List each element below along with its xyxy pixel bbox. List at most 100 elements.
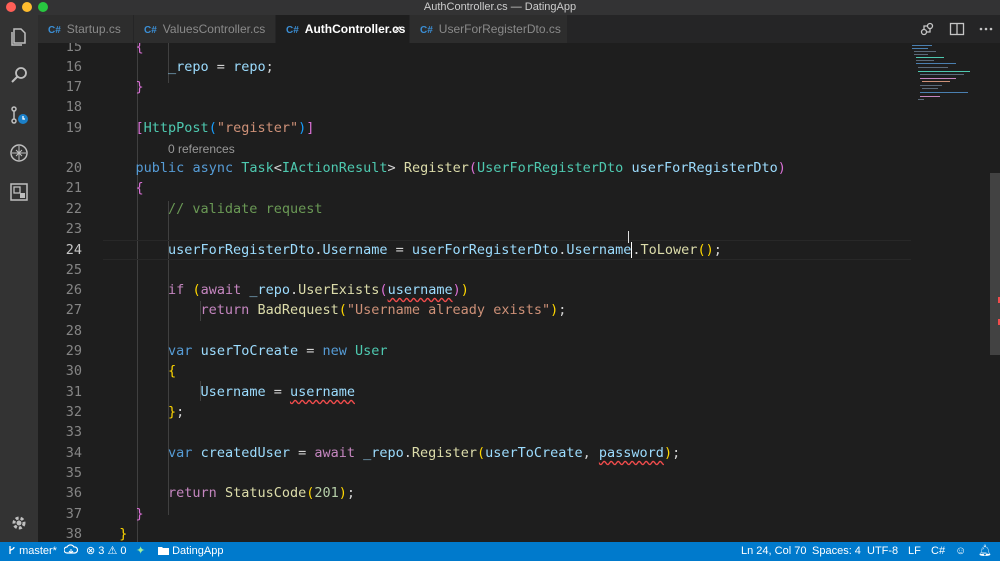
code-line: 22 // validate request xyxy=(38,199,1000,219)
line-number: 31 xyxy=(65,384,82,400)
scrollbar-thumb[interactable] xyxy=(990,173,1000,355)
minimap[interactable] xyxy=(910,43,986,542)
code-text: public async Task<IActionResult> Registe… xyxy=(135,160,786,176)
line-number: 34 xyxy=(65,445,82,461)
code-text: if (await _repo.UserExists(username)) xyxy=(168,282,469,298)
line-number: 16 xyxy=(65,59,82,75)
code-text: Username = username xyxy=(200,384,355,400)
tab-user-for-register-dto[interactable]: C# UserForRegisterDto.cs xyxy=(410,15,568,43)
close-tab-button[interactable]: × xyxy=(394,15,401,43)
csharp-file-icon: C# xyxy=(144,25,157,36)
code-line: 17 } xyxy=(38,77,1000,97)
split-editor-icon[interactable] xyxy=(949,21,965,37)
flame-icon[interactable]: ✦ xyxy=(136,542,145,561)
line-number: 24 xyxy=(65,242,82,258)
csharp-file-icon: C# xyxy=(420,25,433,36)
project-folder[interactable]: DatingApp xyxy=(158,542,223,561)
code-line: 35 xyxy=(38,463,1000,483)
tab-auth-controller[interactable]: C# AuthController.cs × xyxy=(276,15,410,43)
line-number: 25 xyxy=(65,262,82,278)
tab-startup[interactable]: C# Startup.cs xyxy=(38,15,134,43)
line-number: 20 xyxy=(65,160,82,176)
line-number: 26 xyxy=(65,282,82,298)
problems-indicator[interactable]: ⊗ 3 ⚠ 0 xyxy=(86,542,127,561)
title-bar: AuthController.cs — DatingApp xyxy=(0,0,1000,15)
code-text: { xyxy=(168,363,177,379)
debug-icon[interactable] xyxy=(9,143,29,163)
status-bar: master* ⊗ 3 ⚠ 0 ✦ DatingApp Ln 24, Col 7… xyxy=(0,542,1000,561)
branch-indicator[interactable]: master* xyxy=(8,542,57,561)
line-number: 21 xyxy=(65,180,82,196)
line-number: 36 xyxy=(65,485,82,501)
code-line: 31 Username = username xyxy=(38,382,1000,402)
error-icon: ⊗ xyxy=(86,545,96,557)
line-ending[interactable]: LF xyxy=(908,542,921,561)
code-line: 27 return BadRequest("Username already e… xyxy=(38,300,1000,320)
code-text: return StatusCode(201); xyxy=(168,485,356,501)
line-number: 19 xyxy=(65,120,82,136)
code-line: 23 xyxy=(38,219,1000,239)
code-text: return BadRequest("Username already exis… xyxy=(200,302,567,318)
git-branch-icon xyxy=(9,546,15,554)
line-number: 28 xyxy=(65,323,82,339)
source-control-icon[interactable] xyxy=(9,105,29,125)
code-text: } xyxy=(135,79,144,95)
open-changes-icon[interactable] xyxy=(919,21,935,37)
code-line: 37 } xyxy=(38,504,1000,524)
code-line: 15 { xyxy=(38,43,1000,57)
code-line: 34 var createdUser = await _repo.Registe… xyxy=(38,443,1000,463)
code-text: { xyxy=(135,180,144,196)
feedback-icon[interactable]: ☺ xyxy=(955,542,966,561)
language-mode[interactable]: C# xyxy=(931,542,945,561)
mouse-cursor xyxy=(628,231,629,243)
gear-icon[interactable] xyxy=(9,513,29,533)
code-line: 29 var userToCreate = new User xyxy=(38,341,1000,361)
line-number: 29 xyxy=(65,343,82,359)
codelens-references[interactable]: 0 references xyxy=(168,139,235,159)
warning-icon: ⚠ xyxy=(107,545,118,557)
activity-bar xyxy=(0,15,38,542)
code-text: userForRegisterDto.Username = userForReg… xyxy=(168,242,722,258)
indentation[interactable]: Spaces: 4 xyxy=(812,542,861,561)
code-line: 16 _repo = repo; xyxy=(38,57,1000,77)
line-number: 38 xyxy=(65,526,82,542)
code-line: 36 return StatusCode(201); xyxy=(38,483,1000,503)
code-editor[interactable]: 15 { 16 _repo = repo; 17 } 18 19 [HttpPo… xyxy=(38,43,1000,542)
window-title: AuthController.cs — DatingApp xyxy=(423,1,577,13)
line-number: 17 xyxy=(65,79,82,95)
csharp-file-icon: C# xyxy=(286,25,299,36)
sync-icon[interactable] xyxy=(63,542,79,561)
cursor-position[interactable]: Ln 24, Col 70 xyxy=(741,542,806,561)
code-line: 19 [HttpPost("register")] xyxy=(38,118,1000,138)
code-line: 28 xyxy=(38,321,1000,341)
code-text: }; xyxy=(168,404,185,420)
line-number: 32 xyxy=(65,404,82,420)
code-text: } xyxy=(135,506,144,522)
code-text: [HttpPost("register")] xyxy=(135,120,315,136)
code-line: 18 xyxy=(38,97,1000,117)
code-line: 25 xyxy=(38,260,1000,280)
code-line: 33 xyxy=(38,422,1000,442)
code-text: { xyxy=(135,43,144,55)
code-line-current: 24 userForRegisterDto.Username = userFor… xyxy=(38,240,1000,260)
code-line: 32 }; xyxy=(38,402,1000,422)
code-line: 30 { xyxy=(38,361,1000,381)
line-number: 33 xyxy=(65,424,82,440)
folder-icon xyxy=(158,547,169,555)
explorer-icon[interactable] xyxy=(9,27,29,47)
line-number: 35 xyxy=(65,465,82,481)
line-number: 15 xyxy=(65,43,82,55)
encoding[interactable]: UTF-8 xyxy=(867,542,898,561)
tab-values-controller[interactable]: C# ValuesController.cs xyxy=(134,15,276,43)
more-actions-icon[interactable] xyxy=(978,21,994,37)
code-text: var createdUser = await _repo.Register(u… xyxy=(168,445,681,461)
csharp-file-icon: C# xyxy=(48,25,61,36)
line-number: 27 xyxy=(65,302,82,318)
code-text: } xyxy=(119,526,128,542)
line-number: 37 xyxy=(65,506,82,522)
code-line: 20 public async Task<IActionResult> Regi… xyxy=(38,158,1000,178)
search-icon[interactable] xyxy=(9,65,29,85)
editor-actions xyxy=(910,15,994,43)
extensions-icon[interactable] xyxy=(9,182,29,202)
notifications-icon[interactable]: 🔔︎ xyxy=(978,542,992,561)
